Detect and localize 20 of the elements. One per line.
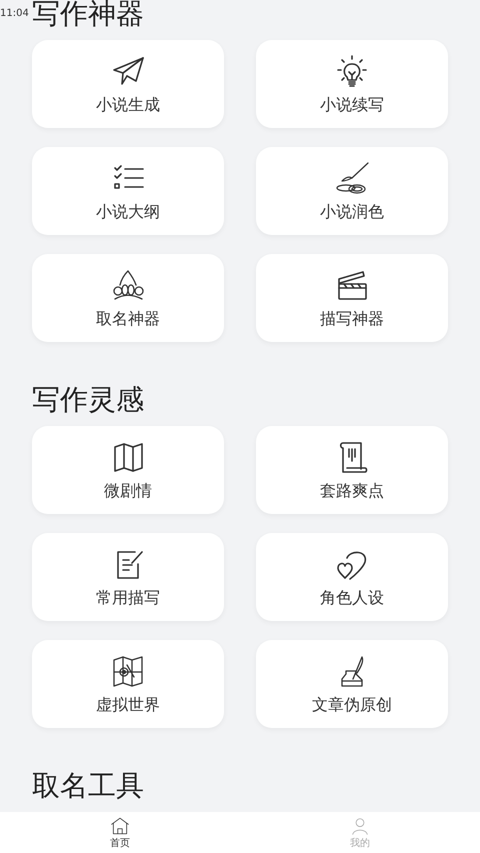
section-title: 取名工具 <box>32 770 145 802</box>
nav-tab[interactable]: 首页 <box>0 812 240 853</box>
tool-card[interactable]: 描写神器 <box>256 254 448 342</box>
tool-card[interactable]: 常用描写 <box>32 533 224 621</box>
status-time: 11:04 <box>0 7 29 21</box>
person-icon <box>350 816 370 836</box>
tool-card[interactable]: 小说生成 <box>32 40 224 128</box>
tool-card[interactable]: 微剧情 <box>32 426 224 514</box>
tool-card[interactable]: 文章伪原创 <box>256 640 448 728</box>
brush-and-palette-icon <box>334 160 370 196</box>
section-title: 写作神器 <box>32 0 145 30</box>
tool-card[interactable]: 小说大纲 <box>32 147 224 235</box>
home-icon <box>110 816 130 836</box>
tool-card[interactable]: 小说润色 <box>256 147 448 235</box>
tool-card[interactable]: 取名神器 <box>32 254 224 342</box>
tool-card[interactable]: 虚拟世界 <box>32 640 224 728</box>
tool-card[interactable]: 套路爽点 <box>256 426 448 514</box>
section-title: 写作灵感 <box>32 384 145 416</box>
tool-card[interactable]: 小说续写 <box>256 40 448 128</box>
tool-card[interactable]: 角色人设 <box>256 533 448 621</box>
